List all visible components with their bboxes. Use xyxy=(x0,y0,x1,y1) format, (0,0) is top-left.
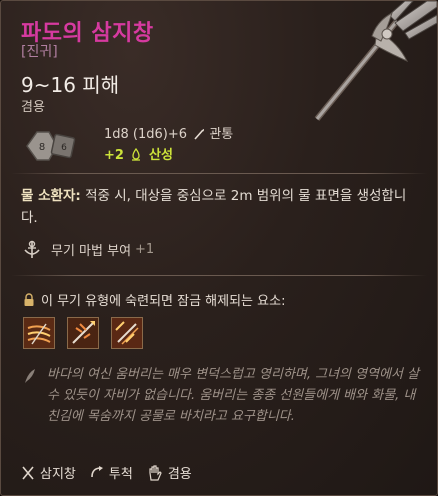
mastery-label: 이 무기 유형에 숙련되면 잠금 해제되는 요소: xyxy=(41,294,286,309)
item-rarity: [진귀] xyxy=(21,44,58,60)
bonus-value: +2 xyxy=(104,148,124,163)
weapon-type-label: 삼지창 xyxy=(40,467,76,482)
weapon-type: 삼지창 xyxy=(21,463,76,482)
bonus-damage-line: +2 산성 xyxy=(104,144,173,163)
thrown-property: 투척 xyxy=(90,463,133,482)
item-tooltip: 파도의 삼지창 [진귀] 9~16 피해 겸용 8 6 1d8 (1d6)+6 … xyxy=(0,0,438,496)
lock-icon xyxy=(24,292,34,306)
trident-icon xyxy=(314,1,437,121)
damage-dice-line: 1d8 (1d6)+6 관통 xyxy=(104,123,233,142)
hand-icon xyxy=(149,464,162,481)
weapon-properties: 삼지창 투척 겸용 xyxy=(21,463,206,482)
bonus-type: 산성 xyxy=(149,148,173,163)
damage-type: 관통 xyxy=(209,127,234,142)
weapon-action-icon[interactable] xyxy=(111,317,143,349)
thrown-icon xyxy=(91,465,103,477)
quill-icon xyxy=(25,369,35,383)
divider xyxy=(11,275,427,276)
weapon-actions xyxy=(23,317,143,349)
ability-description: 물 소환자: 적중 시, 대상을 중심으로 2m 범위의 물 표면을 생성합니다… xyxy=(21,185,413,229)
enchant-line: 무기 마법 부여 +1 xyxy=(21,237,154,261)
acid-icon xyxy=(132,148,141,161)
ability-name: 물 소환자: xyxy=(21,188,81,204)
handed-property: 겸용 xyxy=(147,463,192,482)
weapon-action-icon[interactable] xyxy=(67,317,99,349)
enchant-icon xyxy=(24,240,40,258)
divider xyxy=(11,173,427,174)
lore-text-block: 바다의 여신 움버리는 매우 변덕스럽고 영리하며, 그녀의 영역에서 살 수 … xyxy=(23,364,421,427)
thrown-label: 투척 xyxy=(108,467,133,482)
weapon-action-icon[interactable] xyxy=(23,317,55,349)
handed-label: 겸용 xyxy=(167,467,192,482)
enchant-value: +1 xyxy=(135,241,155,257)
pierce-icon xyxy=(194,129,205,140)
dice-icon: 8 6 xyxy=(26,131,76,161)
lore-text: 바다의 여신 움버리는 매우 변덕스럽고 영리하며, 그녀의 영역에서 살 수 … xyxy=(47,367,420,424)
svg-text:6: 6 xyxy=(61,143,67,153)
damage-dice: 1d8 (1d6)+6 xyxy=(104,127,188,142)
item-handedness: 겸용 xyxy=(21,100,45,115)
mastery-line: 이 무기 유형에 숙련되면 잠금 해제되는 요소: xyxy=(23,290,285,309)
trident-type-icon xyxy=(22,465,34,480)
svg-text:8: 8 xyxy=(39,142,45,153)
enchant-label: 무기 마법 부여 xyxy=(51,243,132,259)
item-damage: 9~16 피해 xyxy=(21,73,120,97)
